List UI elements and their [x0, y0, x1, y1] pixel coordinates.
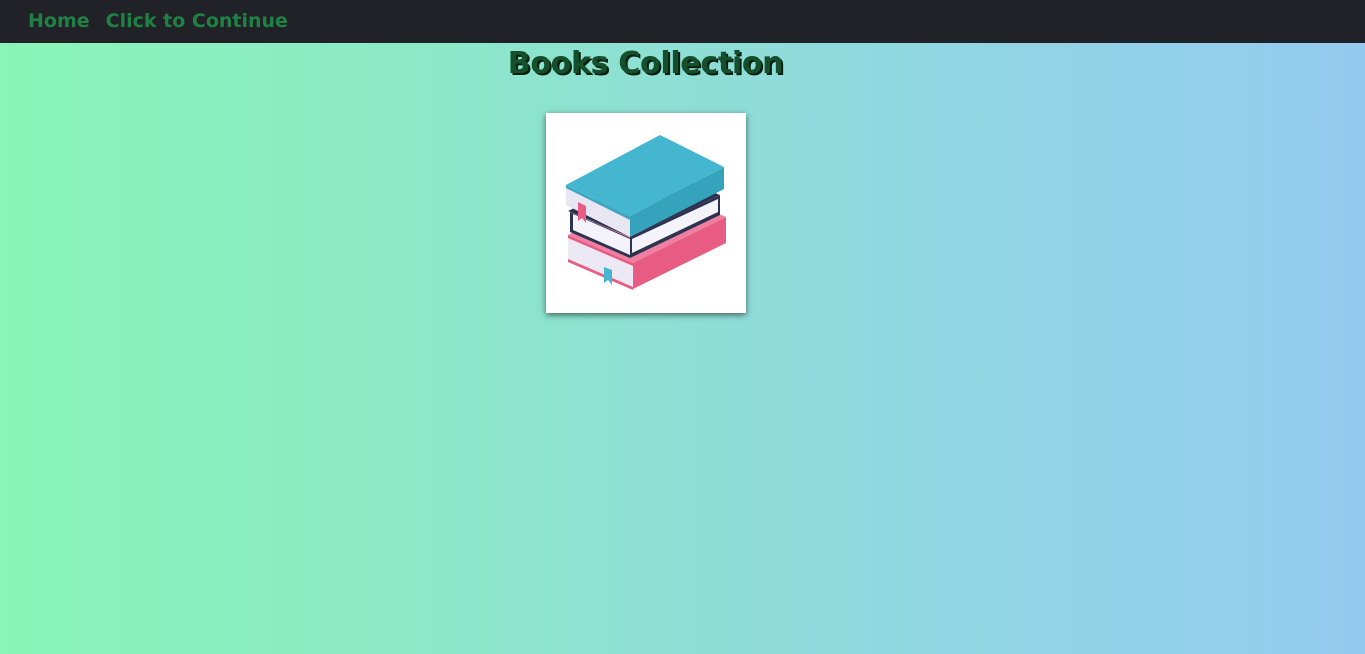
- books-image-card: [546, 113, 746, 313]
- books-stack-icon: [566, 135, 726, 290]
- nav-home-link[interactable]: Home: [28, 12, 90, 31]
- top-navbar: Home Click to Continue: [0, 0, 1365, 43]
- nav-continue-link[interactable]: Click to Continue: [106, 12, 288, 31]
- page-title: Books Collection: [507, 46, 784, 81]
